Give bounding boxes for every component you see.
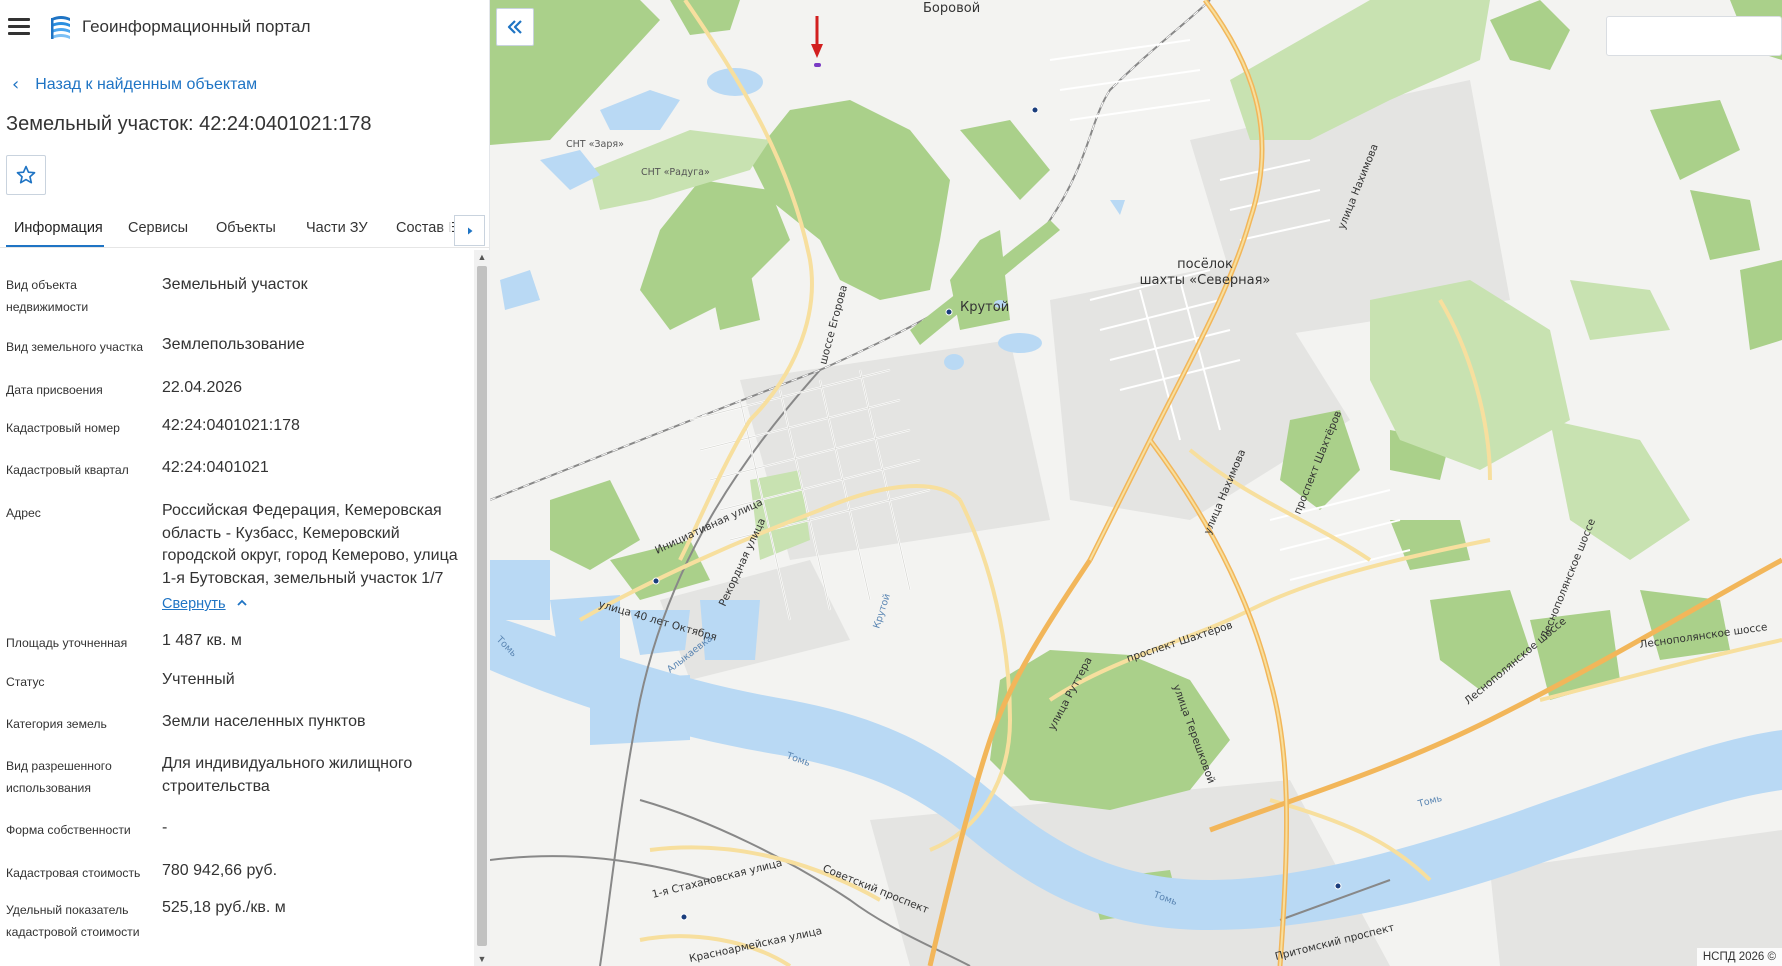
label-snt-zarya: СНТ «Заря»: [566, 139, 624, 150]
property-value: Земельный участок: [162, 276, 308, 293]
property-value: 525,18 руб./кв. м: [162, 899, 286, 916]
property-label: Вид объекта недвижимости: [6, 278, 89, 314]
label-poselok-severnaya: шахты «Северная»: [1140, 273, 1271, 288]
map-search-box[interactable]: [1606, 16, 1782, 56]
property-label: Удельный показатель кадастровой стоимост…: [6, 903, 140, 939]
tab-services[interactable]: Сервисы: [128, 220, 188, 236]
property-label: Кадастровая стоимость: [6, 866, 141, 880]
menu-icon[interactable]: [8, 18, 30, 36]
tab-objects[interactable]: Объекты: [216, 220, 276, 236]
star-icon: [16, 165, 36, 184]
property-value: Российская Федерация, Кемеровская област…: [162, 502, 458, 587]
property-value: 1 487 кв. м: [162, 632, 242, 649]
scroll-up-arrow-icon[interactable]: ▲: [474, 250, 490, 264]
tab-information[interactable]: Информация: [14, 220, 103, 236]
map-canvas[interactable]: Боровой Крутой СНТ «Заря» СНТ «Радуга» п…: [490, 0, 1782, 966]
property-value: 780 942,66 руб.: [162, 862, 278, 879]
properties-list: Вид объекта недвижимости Земельный участ…: [0, 252, 472, 966]
property-label: Дата присвоения: [6, 383, 103, 397]
property-label: Вид земельного участка: [6, 340, 144, 354]
collapse-panel-button[interactable]: [496, 8, 534, 46]
label-poselok: посёлок: [1177, 257, 1233, 272]
scrollbar-thumb[interactable]: [477, 266, 487, 946]
tabs-scroll-right-button[interactable]: [454, 215, 485, 246]
label-krutoy: Крутой: [960, 300, 1009, 315]
property-label: Вид разрешенного использования: [6, 759, 112, 795]
app-title: Геоинформационный портал: [82, 17, 311, 36]
info-panel: Геоинформационный портал ‹ Назад к найде…: [0, 0, 490, 966]
property-label: Статус: [6, 675, 45, 689]
property-label: Адрес: [6, 506, 41, 520]
property-value: 22.04.2026: [162, 379, 243, 396]
favorite-button[interactable]: [6, 155, 46, 195]
property-value: Для индивидуального жилищного строительс…: [162, 755, 413, 795]
tab-bar: Информация Сервисы Объекты Части ЗУ Сост…: [0, 212, 490, 248]
property-value: 42:24:0401021:178: [162, 417, 300, 434]
chevron-up-icon[interactable]: [236, 597, 248, 612]
map-layer[interactable]: Боровой Крутой СНТ «Заря» СНТ «Радуга» п…: [490, 0, 1782, 966]
address-collapse-link[interactable]: Свернуть: [162, 596, 226, 612]
property-value: 42:24:0401021: [162, 459, 269, 476]
property-value: Земли населенных пунктов: [162, 713, 366, 730]
header: Геоинформационный портал: [0, 0, 490, 56]
property-value: Учтенный: [162, 671, 235, 688]
double-chevron-left-icon: [507, 20, 522, 34]
property-label: Площадь уточненная: [6, 636, 128, 650]
label-snt-raduga: СНТ «Радуга»: [641, 167, 710, 178]
property-label: Категория земель: [6, 717, 107, 731]
panel-scrollbar[interactable]: ▲ ▼: [474, 250, 490, 966]
back-to-results-link[interactable]: ‹ Назад к найденным объектам: [12, 74, 257, 95]
portal-logo-icon: [51, 16, 70, 39]
caret-right-icon: [467, 227, 472, 234]
property-label: Кадастровый номер: [6, 421, 120, 435]
property-label: Кадастровый квартал: [6, 463, 129, 477]
back-link-label: Назад к найденным объектам: [35, 75, 258, 93]
tab-parts[interactable]: Части ЗУ: [306, 220, 368, 236]
active-tab-indicator: [6, 245, 104, 247]
property-value: Землепользование: [162, 336, 305, 353]
chevron-left-icon: ‹: [12, 74, 20, 95]
scroll-down-arrow-icon[interactable]: ▼: [474, 952, 490, 966]
property-value: -: [162, 819, 168, 836]
object-title: Земельный участок: 42:24:0401021:178: [6, 113, 372, 135]
property-label: Форма собственности: [6, 823, 131, 837]
label-borovoy: Боровой: [923, 1, 980, 16]
map-attribution: НСПД 2026 ©: [1696, 948, 1782, 966]
